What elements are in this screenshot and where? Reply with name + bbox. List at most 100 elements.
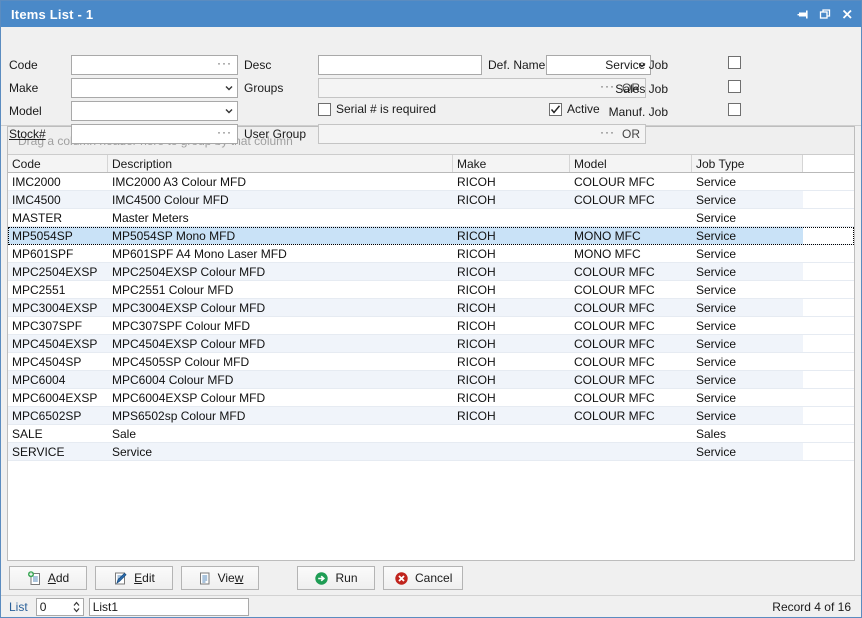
table-row[interactable]: MP601SPF MP601SPF A4 Mono Laser MFD RICOH M… — [8, 245, 854, 263]
sales-job-checkbox[interactable] — [728, 80, 741, 93]
cell-model: COLOUR MFC — [574, 408, 655, 423]
grid-header-row: Code Description Make Model Job Type — [8, 155, 854, 173]
chevron-down-icon[interactable] — [221, 83, 237, 93]
stock-input[interactable]: ··· — [71, 124, 238, 144]
close-icon[interactable] — [837, 4, 857, 24]
chevron-down-icon[interactable] — [221, 106, 237, 116]
table-row[interactable]: MASTER Master Meters Service — [8, 209, 854, 227]
cell-make: RICOH — [457, 408, 496, 423]
cell-make: RICOH — [457, 246, 496, 261]
table-row[interactable]: MPC6004 MPC6004 Colour MFD RICOH COLOUR MFC… — [8, 371, 854, 389]
cell-model — [570, 209, 692, 226]
cell-job-type: Service — [696, 174, 737, 189]
list-index-stepper[interactable]: 0 — [35, 597, 84, 616]
run-button[interactable]: Run — [297, 566, 375, 590]
column-header-model[interactable]: Model — [570, 155, 692, 172]
cell-code: MPC4504SP — [12, 354, 82, 369]
table-row[interactable]: MPC4504EXSP MPC4504EXSP Colour MFD RICOH CO… — [8, 335, 854, 353]
cell-make: RICOH — [457, 192, 496, 207]
cell-model: COLOUR MFC — [574, 354, 655, 369]
active-checkbox[interactable]: Active — [549, 102, 600, 116]
stock-ellipsis-button[interactable]: ··· — [212, 126, 237, 142]
list-label: List — [9, 599, 28, 614]
stepper-arrows-icon[interactable] — [70, 600, 83, 614]
cell-model — [570, 443, 692, 460]
table-row[interactable]: SALE Sale Sales — [8, 425, 854, 443]
pin-icon[interactable] — [793, 4, 813, 24]
table-row[interactable]: MPC6004EXSP MPC6004EXSP Colour MFD RICOH CO… — [8, 389, 854, 407]
cell-job-type: Service — [696, 246, 737, 261]
cell-description: MPC6004EXSP Colour MFD — [112, 390, 266, 405]
window-title: Items List - 1 — [11, 6, 94, 22]
table-row[interactable]: IMC2000 IMC2000 A3 Colour MFD RICOH COLOUR … — [8, 173, 854, 191]
cell-job-type: Service — [696, 354, 737, 369]
desc-label: Desc — [244, 58, 272, 72]
table-row[interactable]: MP5054SP MP5054SP Mono MFD RICOH MONO MFC Se… — [8, 227, 854, 245]
table-row[interactable]: MPC6502SP MPS6502sp Colour MFD RICOH COLOUR… — [8, 407, 854, 425]
cell-make: RICOH — [457, 390, 496, 405]
cell-code: MPC6004EXSP — [12, 390, 98, 405]
document-icon — [197, 571, 212, 586]
filter-panel: Code Make Model Stock# ··· ··· Desc Grou… — [1, 27, 861, 144]
desc-input[interactable] — [318, 55, 482, 75]
model-select[interactable] — [71, 101, 238, 121]
cell-code: MPC6502SP — [12, 408, 82, 423]
cancel-button[interactable]: Cancel — [383, 566, 464, 590]
column-header-job-type[interactable]: Job Type — [692, 155, 803, 172]
cell-code: SERVICE — [12, 444, 65, 459]
table-row[interactable]: MPC3004EXSP MPC3004EXSP Colour MFD RICOH CO… — [8, 299, 854, 317]
cell-model: COLOUR MFC — [574, 282, 655, 297]
column-header-description[interactable]: Description — [108, 155, 453, 172]
cell-description: MPC307SPF Colour MFD — [112, 318, 251, 333]
cell-make: RICOH — [457, 264, 496, 279]
manuf-job-label: Manuf. Job — [608, 105, 668, 119]
cell-code: MP601SPF — [12, 246, 74, 261]
code-input[interactable]: ··· — [71, 55, 238, 75]
cell-model — [570, 425, 692, 442]
cell-make: RICOH — [457, 318, 496, 333]
table-row[interactable]: SERVICE Service Service — [8, 443, 854, 461]
cell-filler — [803, 227, 854, 244]
cell-model: COLOUR MFC — [574, 300, 655, 315]
column-header-make[interactable]: Make — [453, 155, 570, 172]
cell-filler — [803, 425, 854, 442]
window-controls — [793, 4, 857, 24]
serial-required-checkbox[interactable]: Serial # is required — [318, 102, 436, 116]
table-row[interactable]: MPC4504SP MPC4505SP Colour MFD RICOH COLOUR… — [8, 353, 854, 371]
restore-icon[interactable] — [815, 4, 835, 24]
cell-model: COLOUR MFC — [574, 318, 655, 333]
list-name-input[interactable]: List1 — [88, 597, 249, 616]
code-ellipsis-button[interactable]: ··· — [212, 57, 237, 73]
user-group-input[interactable]: ··· OR — [318, 124, 646, 144]
action-toolbar: Add Edit View Run Cancel — [1, 561, 861, 595]
cell-make — [453, 443, 570, 460]
check-icon — [550, 104, 561, 114]
cancel-x-icon — [394, 571, 409, 586]
cell-model: COLOUR MFC — [574, 372, 655, 387]
cell-code: MPC307SPF — [12, 318, 83, 333]
table-row[interactable]: MPC2504EXSP MPC2504EXSP Colour MFD RICOH CO… — [8, 263, 854, 281]
user-group-ellipsis-button[interactable]: ··· — [595, 126, 620, 142]
manuf-job-checkbox[interactable] — [728, 103, 741, 116]
cell-code: MPC6004 — [12, 372, 66, 387]
cell-model: MONO MFC — [574, 246, 641, 261]
cell-make: RICOH — [457, 336, 496, 351]
make-select[interactable] — [71, 78, 238, 98]
edit-pencil-icon — [113, 571, 128, 586]
cell-description: MP601SPF A4 Mono Laser MFD — [112, 246, 287, 261]
table-row[interactable]: MPC2551 MPC2551 Colour MFD RICOH COLOUR MFC… — [8, 281, 854, 299]
view-button[interactable]: View — [181, 566, 259, 590]
cell-job-type: Service — [696, 444, 737, 459]
cell-job-type: Service — [696, 228, 737, 243]
table-row[interactable]: MPC307SPF MPC307SPF Colour MFD RICOH COLOUR… — [8, 317, 854, 335]
cell-code: MASTER — [12, 210, 63, 225]
service-job-checkbox[interactable] — [728, 56, 741, 69]
cell-make: RICOH — [457, 228, 496, 243]
cell-model: COLOUR MFC — [574, 264, 655, 279]
edit-button[interactable]: Edit — [95, 566, 173, 590]
column-header-code[interactable]: Code — [8, 155, 108, 172]
table-row[interactable]: IMC4500 IMC4500 Colour MFD RICOH COLOUR MFC… — [8, 191, 854, 209]
groups-input[interactable]: ··· OR — [318, 78, 646, 98]
add-button[interactable]: Add — [9, 566, 87, 590]
cell-description: MPS6502sp Colour MFD — [112, 408, 246, 423]
